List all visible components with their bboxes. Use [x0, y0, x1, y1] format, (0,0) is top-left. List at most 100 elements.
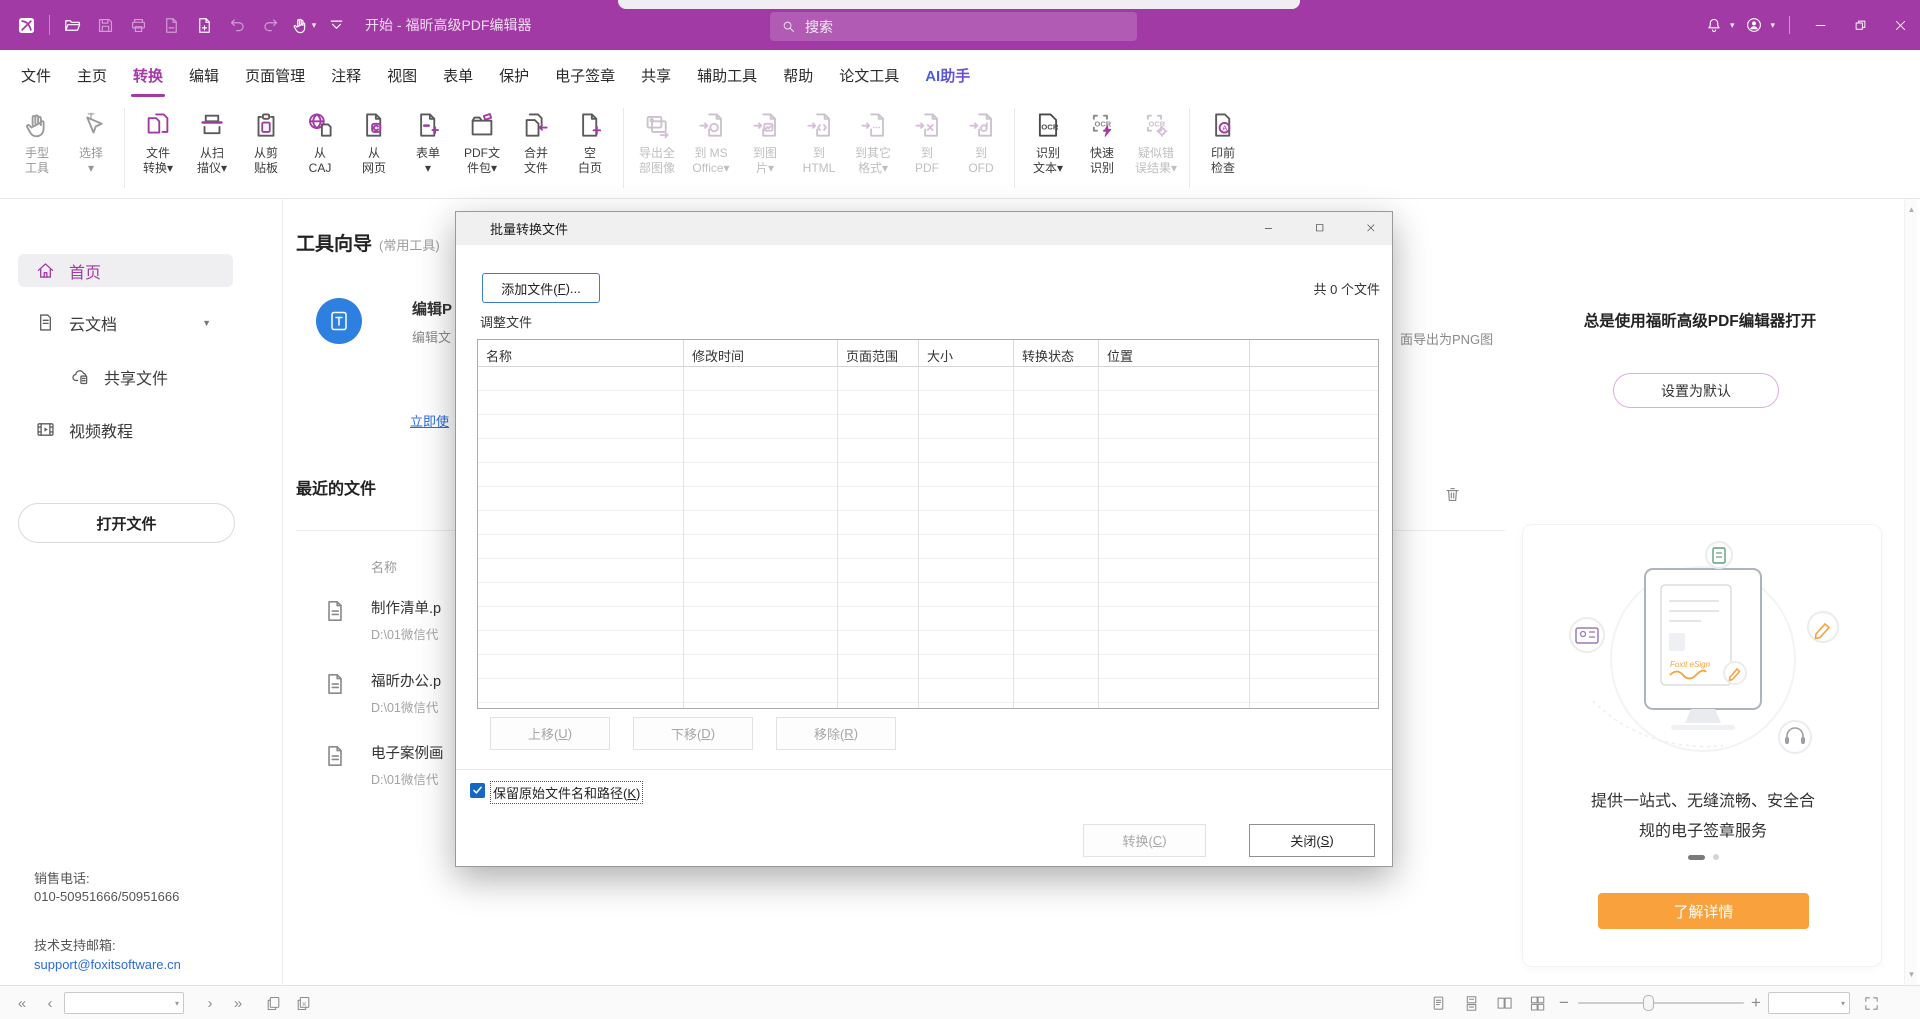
menu-tab-共享[interactable]: 共享 — [628, 50, 684, 100]
open-folder-icon[interactable] — [56, 8, 89, 42]
carousel-dot-active[interactable] — [1688, 855, 1705, 860]
learn-more-button[interactable]: 了解详情 — [1598, 893, 1809, 929]
zoom-in-icon[interactable]: + — [1746, 986, 1766, 1019]
menu-tab-视图[interactable]: 视图 — [374, 50, 430, 100]
dialog-maximize-button[interactable] — [1314, 222, 1327, 235]
save-icon[interactable] — [89, 8, 122, 42]
continuous-view-icon[interactable] — [1459, 986, 1483, 1019]
move-down-button[interactable]: 下移(D) — [633, 717, 753, 750]
fit-screen-icon[interactable] — [1858, 986, 1884, 1019]
scroll-down-icon[interactable]: ▼ — [1905, 970, 1918, 979]
column-header-修改时间[interactable]: 修改时间 — [684, 340, 838, 366]
column-header-页面范围[interactable]: 页面范围 — [838, 340, 919, 366]
doc-remove-icon[interactable] — [155, 8, 188, 42]
main-scrollbar[interactable]: ▲ ▼ — [1904, 199, 1917, 985]
ribbon-tool-从剪贴板[interactable]: 从剪贴板 — [239, 106, 293, 176]
facing-view-icon[interactable] — [1492, 986, 1516, 1019]
clear-recent-trash-icon[interactable] — [1443, 485, 1462, 504]
menu-tab-注释[interactable]: 注释 — [318, 50, 374, 100]
doc-add-icon[interactable] — [188, 8, 221, 42]
ribbon-tool-到OFD[interactable]: 到OFD — [954, 106, 1008, 176]
zoom-slider-track[interactable] — [1578, 1002, 1744, 1004]
ribbon-tool-手型工具[interactable]: 手型工具 — [10, 106, 64, 176]
ribbon-tool-快速识别[interactable]: OCR快速识别 — [1075, 106, 1129, 176]
ribbon-tool-选择[interactable]: 选择▾ — [64, 106, 118, 176]
set-as-default-button[interactable]: 设置为默认 — [1613, 373, 1779, 408]
dialog-close-button[interactable] — [1365, 222, 1378, 235]
bell-icon[interactable] — [1698, 0, 1730, 50]
scroll-up-icon[interactable]: ▲ — [1905, 205, 1918, 214]
ribbon-tool-到其它格式[interactable]: 到其它格式▾ — [846, 106, 900, 176]
redo-icon[interactable] — [254, 8, 287, 42]
sidebar-item-首页[interactable]: 首页 — [18, 254, 233, 287]
ribbon-tool-PDF文件包[interactable]: PDF文件包▾ — [455, 106, 509, 176]
hand-pointer-icon[interactable]: ▾ — [287, 8, 320, 42]
convert-button[interactable]: 转换(C) — [1083, 824, 1206, 857]
menu-tab-表单[interactable]: 表单 — [430, 50, 486, 100]
menu-tab-文件[interactable]: 文件 — [8, 50, 64, 100]
menu-tab-转换[interactable]: 转换 — [120, 50, 176, 100]
remove-button[interactable]: 移除(R) — [776, 717, 896, 750]
chevron-down-icon[interactable]: ▼ — [202, 318, 211, 328]
menu-tab-帮助[interactable]: 帮助 — [770, 50, 826, 100]
ribbon-tool-从扫描仪[interactable]: 从扫描仪▾ — [185, 106, 239, 176]
avatar-icon[interactable] — [1738, 0, 1770, 50]
ribbon-tool-识别文本[interactable]: OCR识别文本▾ — [1021, 106, 1075, 176]
carousel-dot[interactable] — [1713, 854, 1719, 860]
menu-tab-电子签章[interactable]: 电子签章 — [542, 50, 628, 100]
first-page-icon[interactable]: « — [10, 986, 34, 1019]
menu-tab-AI助手[interactable]: AI助手 — [912, 50, 983, 100]
restore-button[interactable] — [1840, 0, 1880, 50]
add-files-button[interactable]: 添加文件(F)... — [482, 273, 600, 303]
last-page-icon[interactable]: » — [226, 986, 250, 1019]
keep-original-checkbox[interactable] — [470, 783, 485, 798]
snapshot-icon[interactable] — [260, 986, 286, 1019]
next-page-icon[interactable]: › — [198, 986, 222, 1019]
close-button[interactable] — [1880, 0, 1920, 50]
avatar-caret-icon[interactable]: ▾ — [1770, 20, 1779, 31]
ribbon-tool-导出全部图像[interactable]: 导出全部图像 — [630, 106, 684, 176]
edit-pdf-tool-icon[interactable] — [316, 298, 362, 344]
column-header-转换状态[interactable]: 转换状态 — [1014, 340, 1099, 366]
page-number-combo[interactable]: ▾ — [64, 992, 184, 1014]
search-input[interactable]: 搜索 — [770, 12, 1137, 41]
zoom-out-icon[interactable]: − — [1554, 986, 1574, 1019]
undo-icon[interactable] — [221, 8, 254, 42]
single-page-view-icon[interactable] — [1426, 986, 1450, 1019]
ribbon-tool-印前检查[interactable]: A印前检查 — [1196, 106, 1250, 176]
prev-page-icon[interactable]: ‹ — [38, 986, 62, 1019]
menu-tab-辅助工具[interactable]: 辅助工具 — [684, 50, 770, 100]
ribbon-tool-到图片[interactable]: 到图片▾ — [738, 106, 792, 176]
print-icon[interactable] — [122, 8, 155, 42]
ribbon-tool-疑似错误结果[interactable]: OCR疑似错误结果▾ — [1129, 106, 1183, 176]
sidebar-item-视频教程[interactable]: 视频教程 — [18, 413, 233, 446]
edit-pdf-tool-title[interactable]: 编辑P — [412, 298, 452, 319]
dialog-close-action-button[interactable]: 关闭(S) — [1249, 824, 1375, 857]
ribbon-tool-到HTML[interactable]: 到HTML — [792, 106, 846, 176]
bell-caret-icon[interactable]: ▾ — [1730, 20, 1739, 31]
zoom-level-combo[interactable]: ▾ — [1768, 992, 1850, 1014]
zoom-slider-thumb[interactable] — [1643, 995, 1654, 1011]
dialog-minimize-button[interactable] — [1263, 222, 1276, 235]
clipboard-icon[interactable] — [290, 986, 316, 1019]
keep-original-checkbox-label[interactable]: 保留原始文件名和路径(K) — [491, 782, 642, 803]
column-header-位置[interactable]: 位置 — [1099, 340, 1250, 366]
use-now-link[interactable]: 立即使 — [410, 411, 449, 430]
ribbon-tool-表单[interactable]: 表单▾ — [401, 106, 455, 176]
ribbon-tool-合并文件[interactable]: 合并文件 — [509, 106, 563, 176]
minimize-button[interactable] — [1800, 0, 1840, 50]
facing-continuous-view-icon[interactable] — [1525, 986, 1549, 1019]
menu-tab-主页[interactable]: 主页 — [64, 50, 120, 100]
ribbon-tool-文件转换[interactable]: 文件转换▾ — [131, 106, 185, 176]
menu-tab-保护[interactable]: 保护 — [486, 50, 542, 100]
dialog-title-bar[interactable]: 批量转换文件 — [456, 212, 1392, 245]
ribbon-tool-到PDF[interactable]: 到PDF — [900, 106, 954, 176]
ribbon-tool-到 MSOffice[interactable]: 到 MSOffice▾ — [684, 106, 738, 176]
menu-tab-编辑[interactable]: 编辑 — [176, 50, 232, 100]
open-file-button[interactable]: 打开文件 — [18, 503, 235, 543]
ribbon-tool-从网页[interactable]: 从网页 — [347, 106, 401, 176]
move-up-button[interactable]: 上移(U) — [490, 717, 610, 750]
column-header-大小[interactable]: 大小 — [919, 340, 1014, 366]
support-email-link[interactable]: support@foxitsoftware.cn — [34, 957, 181, 972]
qat-chevron-icon[interactable] — [320, 8, 353, 42]
